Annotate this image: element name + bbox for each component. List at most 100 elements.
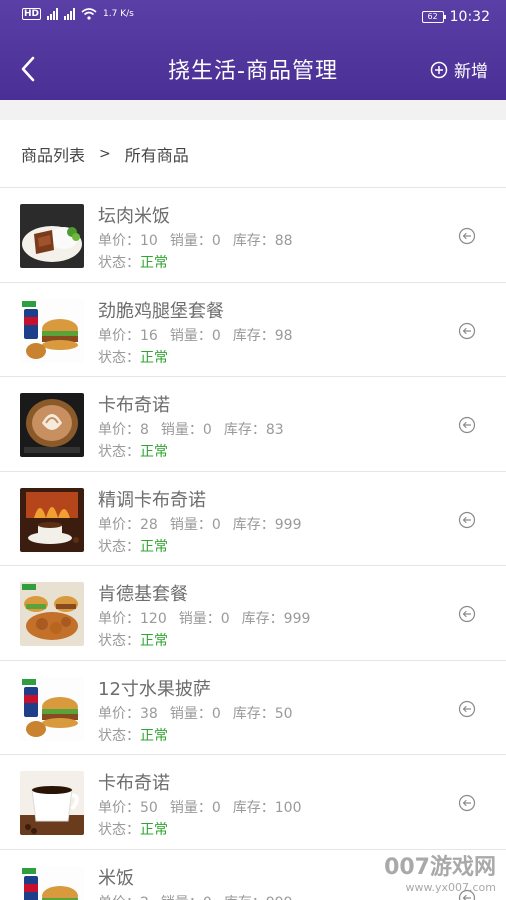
product-row[interactable]: 坛肉米饭 单价：10 销量：0 库存：88 状态：正常 xyxy=(0,188,506,283)
product-thumbnail xyxy=(20,582,84,646)
status-right: 62 10:32 xyxy=(421,9,490,25)
status-value: 正常 xyxy=(140,727,168,744)
stock-label: 库存： xyxy=(224,895,266,900)
product-row[interactable]: 卡布奇诺 单价：8 销量：0 库存：83 状态：正常 xyxy=(0,377,506,472)
product-meta: 单价：16 销量：0 库存：98 xyxy=(98,325,305,345)
arrow-left-circle-icon xyxy=(458,227,476,249)
product-thumbnail xyxy=(20,771,84,835)
sales-value: 0 xyxy=(211,705,221,722)
product-meta: 单价：28 销量：0 库存：999 xyxy=(98,514,313,534)
status-line: 状态：正常 xyxy=(98,536,168,556)
row-action-button[interactable] xyxy=(458,416,476,434)
product-name: 精调卡布奇诺 xyxy=(98,489,206,511)
row-action-button[interactable] xyxy=(458,322,476,340)
price-value: 28 xyxy=(140,516,158,533)
product-name: 卡布奇诺 xyxy=(98,395,170,416)
product-name: 肯德基套餐 xyxy=(98,584,188,605)
network-speed: 1.7 K/s xyxy=(103,8,134,19)
status-label: 状态： xyxy=(98,444,140,460)
product-name: 坛肉米饭 xyxy=(98,206,170,227)
row-action-button[interactable] xyxy=(458,227,476,245)
product-thumbnail xyxy=(20,204,84,268)
add-button[interactable]: 新增 xyxy=(430,57,488,82)
stock-value: 100 xyxy=(274,800,302,816)
status-label: 状态： xyxy=(98,538,140,555)
arrow-left-circle-icon xyxy=(458,511,476,533)
wifi-icon xyxy=(81,8,97,20)
stock-value: 999 xyxy=(274,516,302,533)
sales-label: 销量： xyxy=(169,800,212,816)
product-row[interactable]: 卡布奇诺 单价：50 销量：0 库存：100 状态：正常 xyxy=(0,755,506,850)
price-value: 2 xyxy=(140,895,149,900)
status-line: 状态：正常 xyxy=(98,630,168,650)
product-name: 卡布奇诺 xyxy=(98,773,170,794)
stock-label: 库存： xyxy=(232,327,275,344)
price-text: 单价：10 xyxy=(98,233,158,249)
status-value: 正常 xyxy=(140,444,168,460)
product-meta: 单价：50 销量：0 库存：100 xyxy=(98,797,313,817)
row-action-button[interactable] xyxy=(458,605,476,623)
product-row[interactable]: 肯德基套餐 单价：120 销量：0 库存：999 状态：正常 xyxy=(0,566,506,661)
signal-icon xyxy=(47,8,59,20)
row-action-button[interactable] xyxy=(458,794,476,812)
stock-value: 999 xyxy=(283,611,311,627)
breadcrumb-root[interactable]: 商品列表 xyxy=(21,142,85,166)
status-label: 状态： xyxy=(98,822,140,838)
product-meta: 单价：10 销量：0 库存：88 xyxy=(98,230,305,250)
product-thumbnail xyxy=(20,676,84,741)
battery-icon: 62 xyxy=(421,11,446,23)
sales-label: 销量： xyxy=(161,895,203,900)
sales-text: 销量：0 xyxy=(161,895,212,900)
price-label: 单价： xyxy=(98,895,140,900)
row-action-button[interactable] xyxy=(458,700,476,718)
product-meta: 单价：38 销量：0 库存：50 xyxy=(98,703,305,723)
product-row[interactable]: 精调卡布奇诺 单价：28 销量：0 库存：999 状态：正常 xyxy=(0,472,506,566)
sales-value: 0 xyxy=(211,516,221,533)
status-label: 状态： xyxy=(98,255,140,271)
sales-text: 销量：0 xyxy=(170,706,221,722)
product-name: 米饭 xyxy=(98,867,134,889)
price-text: 单价：28 xyxy=(98,517,158,533)
arrow-left-circle-icon xyxy=(458,416,476,438)
row-action-button[interactable] xyxy=(458,511,476,529)
watermark-url: www.yx007.com xyxy=(405,881,496,894)
arrow-left-circle-icon xyxy=(458,322,476,344)
status-value: 正常 xyxy=(140,538,168,555)
price-text: 单价：120 xyxy=(98,611,167,627)
sales-text: 销量：0 xyxy=(170,800,221,816)
status-label: 状态： xyxy=(98,727,140,744)
product-thumbnail xyxy=(20,393,84,457)
price-text: 单价：38 xyxy=(98,706,158,722)
status-line: 状态：正常 xyxy=(98,252,168,272)
app-header: HD 1.7 K/s 62 10:32 挠生活-商品管理 新增 xyxy=(0,0,506,100)
product-row[interactable]: 12寸水果披萨 单价：38 销量：0 库存：50 状态：正常 xyxy=(0,661,506,755)
price-text: 单价：16 xyxy=(98,328,158,344)
sales-text: 销量：0 xyxy=(170,233,221,249)
sales-label: 销量： xyxy=(169,705,212,722)
stock-value: 83 xyxy=(265,422,284,438)
arrow-left-circle-icon xyxy=(458,700,476,722)
status-line: 状态：正常 xyxy=(98,725,168,745)
price-label: 单价： xyxy=(98,233,140,249)
status-value: 正常 xyxy=(140,633,168,649)
price-label: 单价： xyxy=(98,705,140,722)
status-label: 状态： xyxy=(98,349,140,366)
sales-value: 0 xyxy=(202,422,212,438)
main-content: 商品列表 > 所有商品 坛肉米饭 单价：10 销量：0 库存：88 状态：正常 劲脆鸡腿堡… xyxy=(0,120,506,900)
product-meta: 单价：2 销量：0 库存：999 xyxy=(98,892,305,900)
arrow-left-circle-icon xyxy=(458,605,476,627)
product-thumbnail xyxy=(20,298,84,363)
product-row[interactable]: 劲脆鸡腿堡套餐 单价：16 销量：0 库存：98 状态：正常 xyxy=(0,283,506,377)
product-list: 坛肉米饭 单价：10 销量：0 库存：88 状态：正常 劲脆鸡腿堡套餐 单价：16 销量：0 库… xyxy=(0,188,506,900)
watermark-main: 007游戏网 xyxy=(384,855,496,880)
stock-text: 库存：98 xyxy=(233,328,293,344)
product-thumbnail xyxy=(20,865,84,900)
add-label: 新增 xyxy=(454,62,488,82)
product-name: 劲脆鸡腿堡套餐 xyxy=(98,300,224,322)
status-value: 正常 xyxy=(140,349,168,366)
status-line: 状态：正常 xyxy=(98,347,168,367)
stock-value: 50 xyxy=(274,705,293,722)
sales-value: 0 xyxy=(211,233,221,249)
stock-label: 库存： xyxy=(241,611,284,627)
price-value: 10 xyxy=(140,233,158,249)
